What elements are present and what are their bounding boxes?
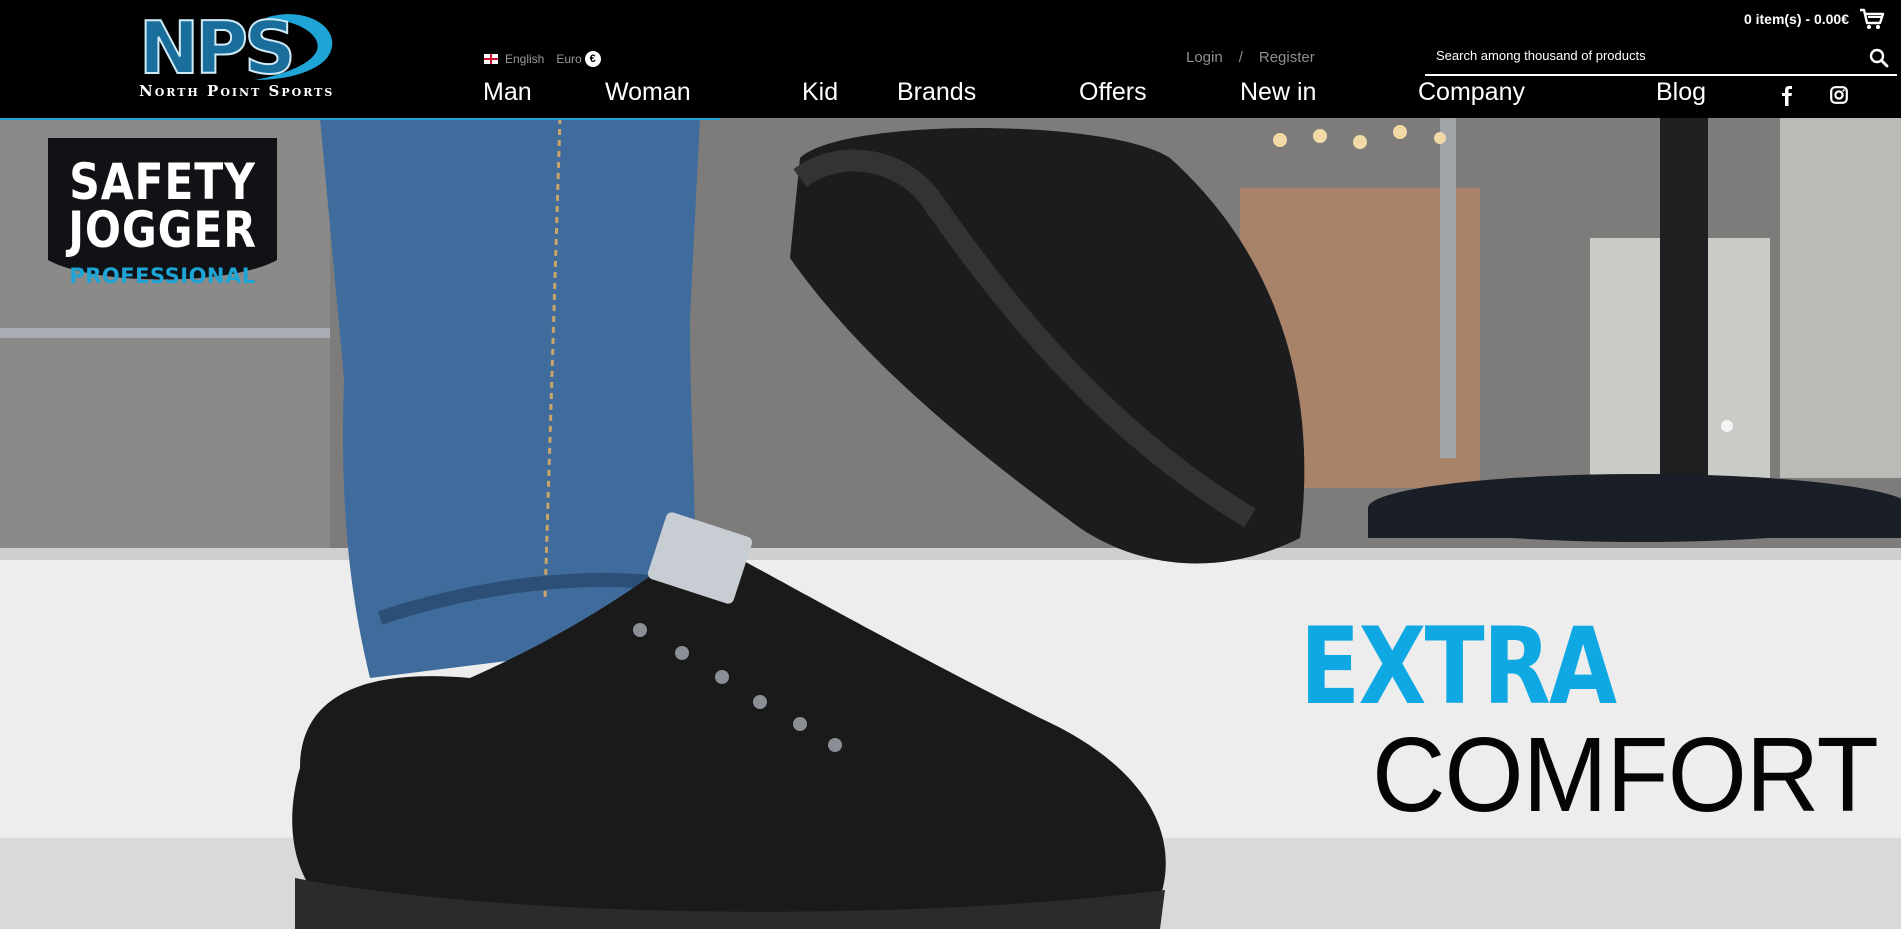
hero-banner[interactable]: SAFETY JOGGER PROFESSIONAL EXTRA COMFORT — [0, 118, 1901, 929]
language-label[interactable]: English — [505, 52, 544, 66]
uk-flag-icon — [484, 54, 498, 64]
site-header: NPS North Point Sports English Euro € Lo… — [0, 0, 1901, 118]
euro-icon: € — [584, 51, 601, 67]
hero-tagline-main: COMFORT — [1372, 716, 1879, 834]
locale-switcher[interactable]: English Euro € — [484, 51, 601, 67]
nav-item-new-in[interactable]: New in — [1240, 78, 1316, 107]
nav-item-kid[interactable]: Kid — [802, 78, 838, 107]
cart-icon[interactable] — [1859, 8, 1885, 30]
facebook-icon[interactable] — [1781, 86, 1793, 106]
account-links: Login / Register — [1186, 49, 1315, 66]
badge-line-safety: SAFETY — [69, 153, 256, 211]
search-input[interactable] — [1425, 44, 1856, 63]
nav-item-company[interactable]: Company — [1418, 78, 1525, 107]
nav-item-blog[interactable]: Blog — [1656, 78, 1706, 107]
nav-item-offers[interactable]: Offers — [1079, 78, 1147, 107]
cart-summary[interactable]: 0 item(s) - 0.00€ — [1744, 8, 1885, 30]
register-link[interactable]: Register — [1259, 49, 1315, 66]
currency-label[interactable]: Euro — [556, 52, 581, 66]
search-icon[interactable] — [1869, 48, 1889, 68]
nav-item-man[interactable]: Man — [483, 78, 532, 107]
nav-item-brands[interactable]: Brands — [897, 78, 976, 107]
nav-active-underline — [0, 118, 720, 120]
auth-separator: / — [1238, 49, 1243, 66]
cart-total[interactable]: 0 item(s) - 0.00€ — [1744, 11, 1849, 27]
hero-tagline-accent: EXTRA — [1300, 605, 1617, 728]
search-bar — [1425, 44, 1897, 76]
badge-line-jogger: JOGGER — [68, 201, 257, 259]
brand-badge: SAFETY JOGGER PROFESSIONAL — [48, 138, 277, 288]
login-link[interactable]: Login — [1186, 49, 1223, 66]
nav-item-woman[interactable]: Woman — [605, 78, 691, 107]
main-nav: Man Woman Kid Brands Offers New in Compa… — [0, 78, 1901, 114]
instagram-icon[interactable] — [1830, 86, 1848, 104]
badge-line-professional: PROFESSIONAL — [69, 264, 256, 288]
